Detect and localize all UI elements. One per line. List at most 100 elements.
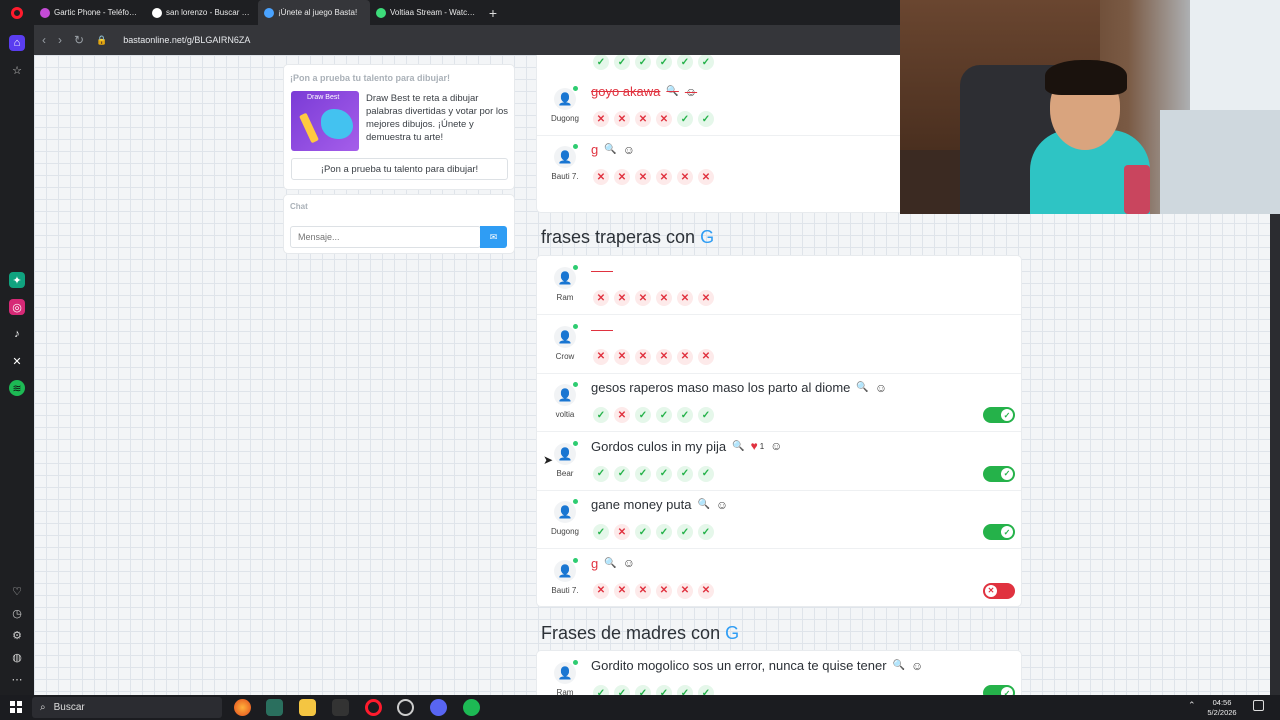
vote-approve-icon[interactable]: ✓ (635, 524, 651, 540)
notification-icon[interactable] (1253, 700, 1264, 711)
tab-gartic[interactable]: Gartic Phone - Teléfono D (34, 0, 146, 25)
vote-approve-icon[interactable]: ✓ (614, 55, 630, 70)
heart-icon[interactable]: ♡ (9, 583, 25, 599)
tiktok-icon[interactable]: ♪ (9, 326, 25, 342)
vote-approve-icon[interactable]: ✓ (593, 524, 609, 540)
forward-icon[interactable]: › (58, 33, 62, 47)
vote-approve-icon[interactable]: ✓ (698, 55, 714, 70)
vote-approve-icon[interactable]: ✓ (614, 465, 630, 482)
react-emoji-icon[interactable]: ☺ (911, 659, 923, 673)
vote-reject-icon[interactable]: ✕ (656, 582, 672, 599)
vote-approve-icon[interactable]: ✓ (677, 685, 693, 695)
search-answer-icon[interactable]: 🔍 (856, 382, 868, 393)
vote-reject-icon[interactable]: ✕ (593, 290, 609, 306)
react-emoji-icon[interactable]: ☺ (770, 439, 782, 453)
draw-best-thumbnail[interactable]: Draw Best (291, 91, 359, 151)
reload-icon[interactable]: ↻ (74, 33, 84, 47)
vote-approve-icon[interactable]: ✓ (677, 524, 693, 540)
vote-reject-icon[interactable]: ✕ (614, 407, 630, 423)
vote-reject-icon[interactable]: ✕ (677, 348, 693, 365)
opera-logo-icon[interactable] (0, 0, 34, 25)
react-emoji-icon[interactable]: ☺ (623, 143, 635, 157)
history-icon[interactable]: ◷ (9, 605, 25, 621)
spotify-taskbar-icon[interactable] (463, 699, 480, 716)
opera-icon[interactable] (365, 699, 382, 716)
search-answer-icon[interactable]: 🔍 (697, 499, 709, 510)
vote-approve-icon[interactable]: ✓ (593, 465, 609, 482)
tips-icon[interactable]: ◍ (9, 649, 25, 665)
vote-approve-icon[interactable]: ✓ (656, 685, 672, 695)
star-icon[interactable]: ☆ (9, 62, 25, 78)
vote-approve-icon[interactable]: ✓ (698, 685, 714, 695)
react-emoji-icon[interactable]: ☺ (716, 498, 728, 512)
vote-approve-icon[interactable]: ✓ (656, 524, 672, 540)
vote-reject-icon[interactable]: ✕ (614, 348, 630, 365)
vote-reject-icon[interactable]: ✕ (593, 582, 609, 599)
epic-games-icon[interactable] (332, 699, 349, 716)
vote-approve-icon[interactable]: ✓ (635, 465, 651, 482)
vote-reject-icon[interactable]: ✕ (614, 582, 630, 599)
promo-button[interactable]: ¡Pon a prueba tu talento para dibujar! (291, 158, 508, 180)
vote-reject-icon[interactable]: ✕ (656, 111, 672, 127)
answer-valid-toggle[interactable]: ✕ (983, 582, 1015, 599)
vote-reject-icon[interactable]: ✕ (635, 169, 651, 185)
user-avatar-icon[interactable]: 👤 (554, 88, 576, 110)
search-answer-icon[interactable]: 🔍 (604, 558, 616, 569)
vote-approve-icon[interactable]: ✓ (593, 685, 609, 695)
vote-reject-icon[interactable]: ✕ (677, 582, 693, 599)
user-avatar-icon[interactable]: 👤 (554, 662, 576, 684)
vote-approve-icon[interactable]: ✓ (677, 55, 693, 70)
vote-approve-icon[interactable]: ✓ (635, 55, 651, 70)
vote-approve-icon[interactable]: ✓ (698, 111, 714, 127)
send-message-button[interactable]: ✉ (480, 226, 507, 248)
tab-basta[interactable]: ¡Únete al juego Basta! (258, 0, 370, 25)
discord-icon[interactable] (430, 699, 447, 716)
windows-start-icon[interactable] (10, 701, 22, 713)
vote-reject-icon[interactable]: ✕ (635, 348, 651, 365)
user-avatar-icon[interactable]: 👤 (554, 325, 576, 348)
back-icon[interactable]: ‹ (42, 33, 46, 47)
system-tray-caret-icon[interactable]: ⌃ (1188, 700, 1196, 711)
answer-valid-toggle[interactable]: ✓ (983, 465, 1015, 482)
vote-approve-icon[interactable]: ✓ (698, 524, 714, 540)
search-answer-icon[interactable]: 🔍 (666, 86, 678, 97)
vote-reject-icon[interactable]: ✕ (677, 169, 693, 185)
user-avatar-icon[interactable]: 👤 (554, 267, 576, 289)
app-icon[interactable] (266, 699, 283, 716)
react-emoji-icon[interactable]: ☺ (875, 381, 887, 395)
vote-approve-icon[interactable]: ✓ (656, 407, 672, 423)
new-tab-button[interactable]: + (482, 5, 504, 21)
vote-reject-icon[interactable]: ✕ (593, 111, 609, 127)
user-avatar-icon[interactable]: 👤 (554, 146, 576, 168)
url-field[interactable]: bastaonline.net/g/BLGAIRN6ZA (123, 35, 250, 45)
answer-valid-toggle[interactable]: ✓ (983, 524, 1015, 540)
spotify-icon[interactable]: ≋ (9, 380, 25, 396)
vote-approve-icon[interactable]: ✓ (656, 55, 672, 70)
search-answer-icon[interactable]: 🔍 (732, 441, 744, 452)
vote-reject-icon[interactable]: ✕ (635, 111, 651, 127)
tab-google-search[interactable]: san lorenzo - Buscar con G (146, 0, 258, 25)
x-twitter-icon[interactable]: ✕ (9, 353, 25, 369)
vote-reject-icon[interactable]: ✕ (677, 290, 693, 306)
vote-reject-icon[interactable]: ✕ (698, 582, 714, 599)
taskbar-clock[interactable]: 04:56 5/2/2026 (1200, 698, 1244, 718)
vote-reject-icon[interactable]: ✕ (635, 582, 651, 599)
vote-approve-icon[interactable]: ✓ (677, 111, 693, 127)
lock-icon[interactable]: 🔒 (96, 35, 107, 46)
likes-badge[interactable]: ♥ 1 (751, 439, 765, 453)
vote-reject-icon[interactable]: ✕ (656, 169, 672, 185)
vote-reject-icon[interactable]: ✕ (635, 290, 651, 306)
vote-approve-icon[interactable]: ✓ (698, 465, 714, 482)
vote-approve-icon[interactable]: ✓ (593, 407, 609, 423)
tab-kick-stream[interactable]: Voltiaa Stream - Watch Li (370, 0, 482, 25)
vote-reject-icon[interactable]: ✕ (698, 169, 714, 185)
user-avatar-icon[interactable]: 👤 (554, 384, 576, 406)
vote-approve-icon[interactable]: ✓ (677, 465, 693, 482)
react-emoji-icon[interactable]: ☺ (623, 556, 635, 570)
vote-reject-icon[interactable]: ✕ (698, 348, 714, 365)
firefox-icon[interactable] (234, 699, 251, 716)
vote-reject-icon[interactable]: ✕ (614, 111, 630, 127)
search-answer-icon[interactable]: 🔍 (893, 660, 905, 671)
answer-valid-toggle[interactable]: ✓ (983, 685, 1015, 695)
vote-reject-icon[interactable]: ✕ (593, 348, 609, 365)
